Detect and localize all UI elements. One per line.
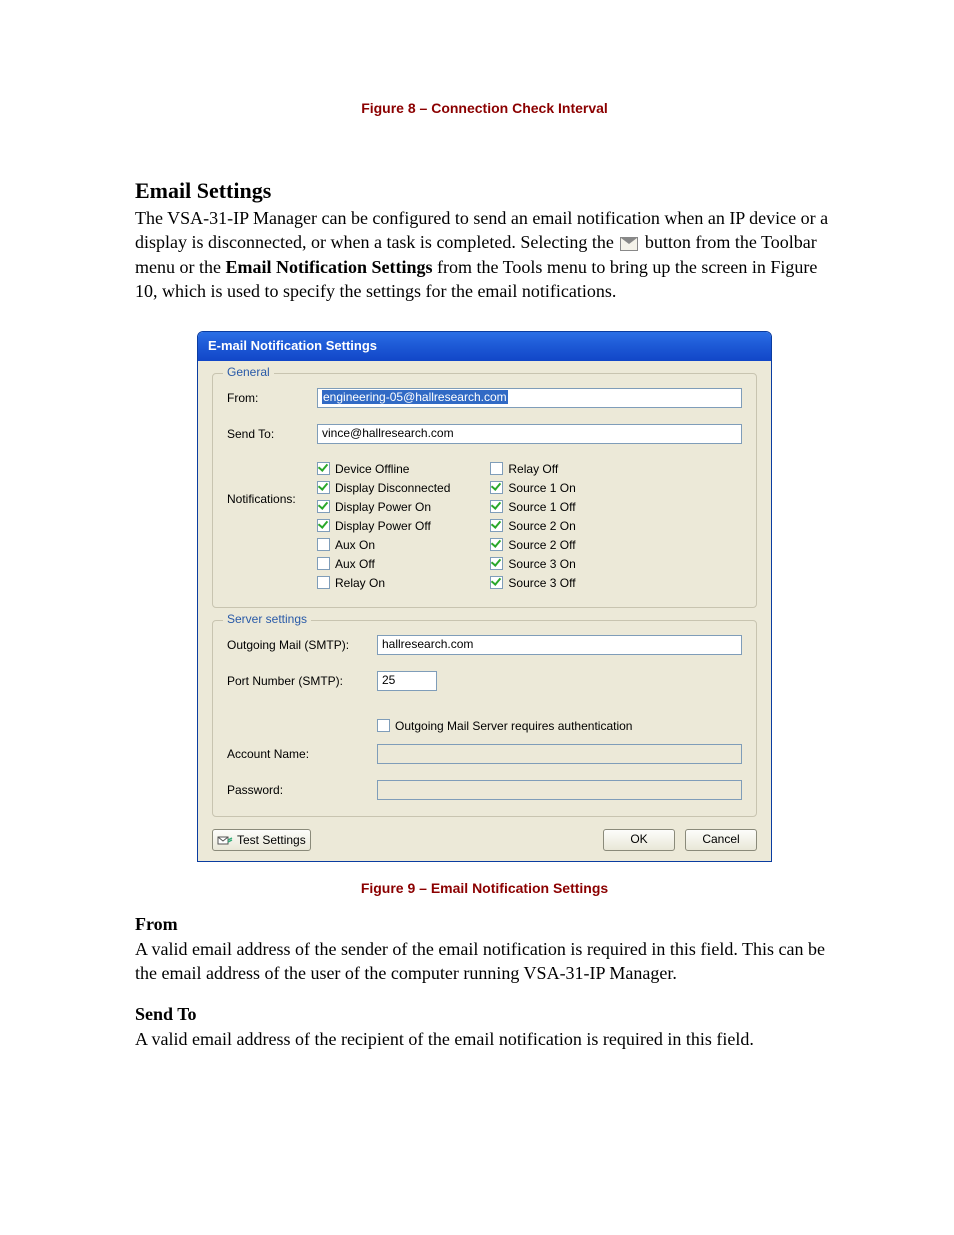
notifications-grid: Device Offline Display Disconnected Displa… bbox=[317, 460, 576, 591]
email-settings-dialog: E-mail Notification Settings General Fro… bbox=[197, 331, 772, 862]
label-from: From: bbox=[227, 391, 317, 405]
input-account[interactable] bbox=[377, 744, 742, 764]
notif-col1-row-4: Aux On bbox=[317, 536, 450, 553]
desc-sendto: A valid email address of the recipient o… bbox=[135, 1027, 834, 1051]
label-sendto: Send To: bbox=[227, 427, 317, 441]
notif-col2-label-1: Source 1 On bbox=[508, 481, 575, 495]
notif-col2-checkbox-4[interactable] bbox=[490, 538, 503, 551]
input-from-value: engineering-05@hallresearch.com bbox=[322, 390, 508, 404]
notif-col2-label-6: Source 3 Off bbox=[508, 576, 575, 590]
test-settings-button[interactable]: Test Settings bbox=[212, 829, 311, 851]
input-smtp[interactable]: hallresearch.com bbox=[377, 635, 742, 655]
notif-col1-checkbox-4[interactable] bbox=[317, 538, 330, 551]
notif-col2-row-3: Source 2 On bbox=[490, 517, 575, 534]
notif-col1-checkbox-2[interactable] bbox=[317, 500, 330, 513]
section-heading-email-settings: Email Settings bbox=[135, 178, 834, 204]
legend-server: Server settings bbox=[223, 612, 311, 626]
label-notifications: Notifications: bbox=[227, 460, 317, 506]
notif-col2-checkbox-6[interactable] bbox=[490, 576, 503, 589]
notif-col2-label-5: Source 3 On bbox=[508, 557, 575, 571]
input-sendto[interactable]: vince@hallresearch.com bbox=[317, 424, 742, 444]
intro-bold: Email Notification Settings bbox=[225, 257, 432, 277]
notif-col1-checkbox-3[interactable] bbox=[317, 519, 330, 532]
notif-col2-checkbox-5[interactable] bbox=[490, 557, 503, 570]
notif-col1-label-5: Aux Off bbox=[335, 557, 375, 571]
notif-col1-row-5: Aux Off bbox=[317, 555, 450, 572]
notif-col1-label-1: Display Disconnected bbox=[335, 481, 450, 495]
notif-col1-label-0: Device Offline bbox=[335, 462, 409, 476]
input-port[interactable]: 25 bbox=[377, 671, 437, 691]
notif-col2-label-0: Relay Off bbox=[508, 462, 558, 476]
test-settings-icon bbox=[217, 833, 233, 847]
input-from[interactable]: engineering-05@hallresearch.com bbox=[317, 388, 742, 408]
dialog-titlebar: E-mail Notification Settings bbox=[198, 332, 771, 361]
notif-col2-label-4: Source 2 Off bbox=[508, 538, 575, 552]
dialog-button-row: Test Settings OK Cancel bbox=[212, 829, 757, 851]
groupbox-server: Server settings Outgoing Mail (SMTP): ha… bbox=[212, 620, 757, 817]
notif-col1-checkbox-1[interactable] bbox=[317, 481, 330, 494]
label-password: Password: bbox=[227, 783, 377, 797]
mail-icon bbox=[620, 237, 638, 251]
legend-general: General bbox=[223, 365, 274, 379]
notif-col1-label-6: Relay On bbox=[335, 576, 385, 590]
subhead-from: From bbox=[135, 914, 834, 935]
notif-col2-checkbox-2[interactable] bbox=[490, 500, 503, 513]
notif-col1-row-2: Display Power On bbox=[317, 498, 450, 515]
test-settings-label: Test Settings bbox=[237, 833, 306, 847]
notif-col1-row-0: Device Offline bbox=[317, 460, 450, 477]
checkbox-auth[interactable] bbox=[377, 719, 390, 732]
notif-col2-row-0: Relay Off bbox=[490, 460, 575, 477]
notif-col1-checkbox-5[interactable] bbox=[317, 557, 330, 570]
notif-col2-label-2: Source 1 Off bbox=[508, 500, 575, 514]
notif-col1-row-3: Display Power Off bbox=[317, 517, 450, 534]
notif-col1-checkbox-0[interactable] bbox=[317, 462, 330, 475]
ok-button[interactable]: OK bbox=[603, 829, 675, 851]
notif-col2-label-3: Source 2 On bbox=[508, 519, 575, 533]
notif-col1-row-1: Display Disconnected bbox=[317, 479, 450, 496]
label-smtp: Outgoing Mail (SMTP): bbox=[227, 638, 377, 652]
notif-col2-row-5: Source 3 On bbox=[490, 555, 575, 572]
notif-col2-row-2: Source 1 Off bbox=[490, 498, 575, 515]
label-account: Account Name: bbox=[227, 747, 377, 761]
subhead-sendto: Send To bbox=[135, 1004, 834, 1025]
notif-col2-checkbox-1[interactable] bbox=[490, 481, 503, 494]
figure-8-caption: Figure 8 – Connection Check Interval bbox=[135, 100, 834, 116]
label-port: Port Number (SMTP): bbox=[227, 674, 377, 688]
notif-col2-row-1: Source 1 On bbox=[490, 479, 575, 496]
desc-from: A valid email address of the sender of t… bbox=[135, 937, 834, 986]
input-password[interactable] bbox=[377, 780, 742, 800]
notif-col1-label-4: Aux On bbox=[335, 538, 375, 552]
cancel-button[interactable]: Cancel bbox=[685, 829, 757, 851]
notif-col1-checkbox-6[interactable] bbox=[317, 576, 330, 589]
notif-col1-label-2: Display Power On bbox=[335, 500, 431, 514]
notif-col2-checkbox-3[interactable] bbox=[490, 519, 503, 532]
notif-col2-checkbox-0[interactable] bbox=[490, 462, 503, 475]
notif-col2-row-6: Source 3 Off bbox=[490, 574, 575, 591]
intro-paragraph: The VSA-31-IP Manager can be configured … bbox=[135, 206, 834, 303]
label-auth: Outgoing Mail Server requires authentica… bbox=[395, 719, 632, 733]
figure-9-caption: Figure 9 – Email Notification Settings bbox=[135, 880, 834, 896]
notif-col1-row-6: Relay On bbox=[317, 574, 450, 591]
notif-col2-row-4: Source 2 Off bbox=[490, 536, 575, 553]
notif-col1-label-3: Display Power Off bbox=[335, 519, 431, 533]
groupbox-general: General From: engineering-05@hallresearc… bbox=[212, 373, 757, 608]
